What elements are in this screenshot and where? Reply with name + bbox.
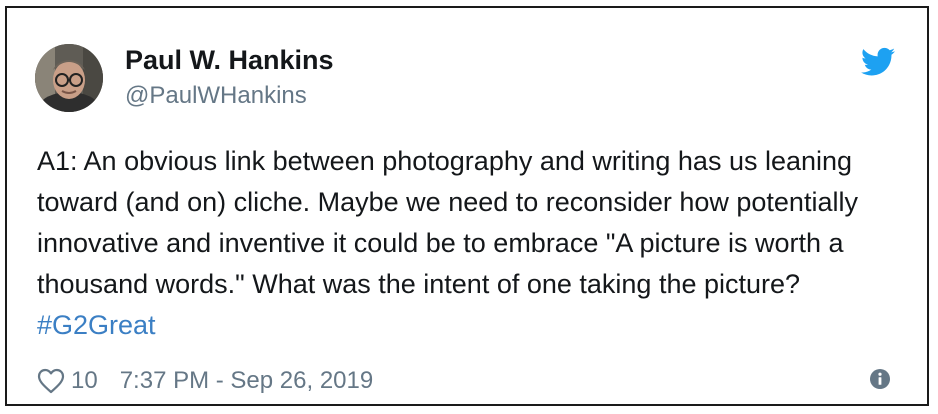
avatar-photo	[35, 44, 103, 112]
hashtag-link[interactable]: #G2Great	[37, 310, 156, 340]
tweet-text-body: A1: An obvious link between photography …	[37, 146, 858, 299]
tweet-footer: 10 7:37 PM - Sep 26, 2019	[37, 366, 373, 396]
info-circle-icon[interactable]	[869, 368, 891, 390]
tweet-text: A1: An obvious link between photography …	[37, 141, 907, 346]
author-name[interactable]: Paul W. Hankins	[125, 45, 334, 76]
author-handle[interactable]: @PaulWHankins	[125, 82, 307, 110]
tweet-card: Paul W. Hankins @PaulWHankins A1: An obv…	[5, 6, 929, 406]
heart-outline-icon[interactable]	[37, 368, 65, 394]
twitter-bird-icon[interactable]	[861, 47, 895, 77]
like-count: 10	[71, 367, 98, 394]
timestamp-link[interactable]: 7:37 PM - Sep 26, 2019	[120, 367, 374, 395]
avatar[interactable]	[35, 44, 103, 112]
